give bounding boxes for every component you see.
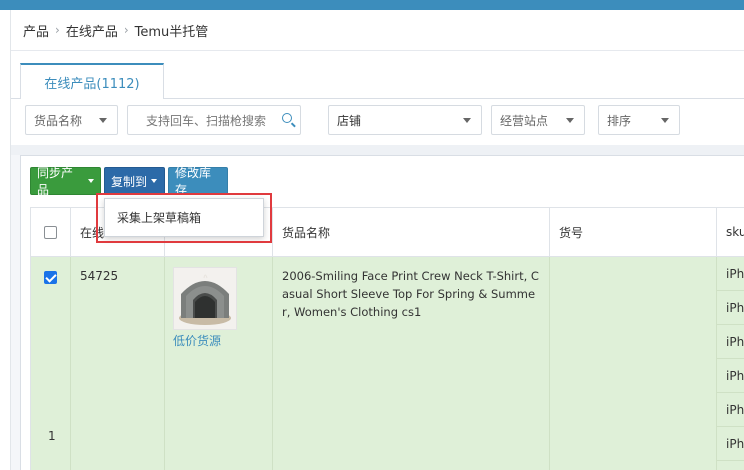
sku-item: iPho <box>717 393 744 427</box>
chevron-down-icon <box>463 118 471 123</box>
sku-item: iPho <box>717 427 744 461</box>
product-table: 在线 货品名称 货号 sku, 1 54725 <box>30 207 744 470</box>
row-number: 1 <box>48 429 56 443</box>
edit-stock-button[interactable]: 修改库存 <box>168 166 228 197</box>
sku-item: iPho <box>717 359 744 393</box>
sku-item: iPho <box>717 257 744 291</box>
header-sku-label: sku, <box>726 225 744 239</box>
chevron-down-icon <box>99 118 107 123</box>
header-sku: sku, <box>717 208 744 257</box>
product-name-select-label: 货品名称 <box>34 113 83 128</box>
top-header-bar <box>0 0 744 10</box>
breadcrumb: 产品 › 在线产品 › Temu半托管 <box>11 10 744 51</box>
site-select[interactable]: 经营站点 <box>491 105 585 135</box>
chevron-down-icon <box>661 118 669 123</box>
header-item-no: 货号 <box>550 208 717 257</box>
chevron-right-icon: › <box>123 23 129 37</box>
sort-select-label: 排序 <box>607 113 632 128</box>
store-select-label: 店铺 <box>337 113 362 128</box>
site-select-label: 经营站点 <box>500 113 549 128</box>
annotation-highlight-box <box>96 193 272 243</box>
product-name-value: 2006-Smiling Face Print Crew Neck T-Shir… <box>282 269 539 319</box>
search-input[interactable]: 支持回车、扫描枪搜索 <box>127 105 301 135</box>
sku-item: iPho <box>717 291 744 325</box>
caret-down-icon <box>88 179 94 183</box>
chevron-right-icon: › <box>55 23 60 37</box>
sku-item: iPho <box>717 325 744 359</box>
breadcrumb-item-products[interactable]: 产品 <box>23 21 49 40</box>
left-sidebar-edge <box>0 10 11 470</box>
online-id-value: 54725 <box>80 269 119 283</box>
store-select[interactable]: 店铺 <box>328 105 482 135</box>
row-select-cell: 1 <box>31 257 71 470</box>
breadcrumb-item-temu: Temu半托管 <box>134 24 209 40</box>
row-item-no <box>550 257 717 470</box>
tab-bar: 在线产品(1112) <box>11 51 744 100</box>
caret-down-icon <box>151 179 158 183</box>
sync-products-label: 同步产品 <box>37 166 74 197</box>
row-sku-cell: iPho iPho iPho iPho iPho iPho <box>717 257 744 470</box>
header-product-name-label: 货品名称 <box>282 225 331 240</box>
select-all-checkbox[interactable] <box>44 225 57 239</box>
product-name-select[interactable]: 货品名称 <box>25 105 118 135</box>
row-image-cell: 低价货源 <box>165 257 273 470</box>
row-product-name: 2006-Smiling Face Print Crew Neck T-Shir… <box>273 257 550 470</box>
sort-select[interactable]: 排序 <box>598 105 680 135</box>
product-thumbnail[interactable] <box>173 267 237 330</box>
row-online-id: 54725 <box>71 257 165 470</box>
section-divider <box>11 145 744 155</box>
chevron-down-icon <box>566 118 574 123</box>
row-checkbox[interactable] <box>44 271 57 284</box>
copy-to-button[interactable]: 复制到 <box>104 167 165 195</box>
pet-house-image <box>174 268 236 329</box>
tab-online-products[interactable]: 在线产品(1112) <box>20 63 164 100</box>
copy-to-label: 复制到 <box>111 174 148 189</box>
filter-bar: 货品名称 支持回车、扫描枪搜索 店铺 经营站点 排序 <box>11 99 744 145</box>
header-product-name: 货品名称 <box>273 208 550 257</box>
header-select-all[interactable] <box>31 208 71 257</box>
low-price-source-link[interactable]: 低价货源 <box>173 332 221 349</box>
header-item-no-label: 货号 <box>559 225 584 240</box>
search-placeholder: 支持回车、扫描枪搜索 <box>146 113 267 128</box>
search-icon[interactable] <box>282 113 292 123</box>
breadcrumb-item-online-products[interactable]: 在线产品 <box>66 21 118 40</box>
sync-products-button[interactable]: 同步产品 <box>30 166 101 197</box>
